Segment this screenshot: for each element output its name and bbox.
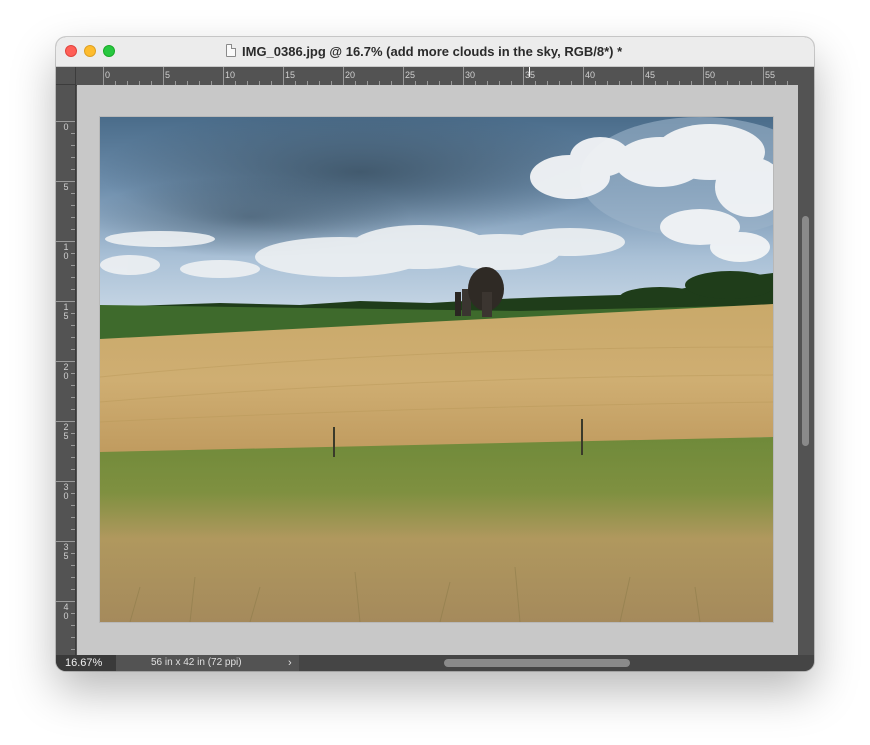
horizontal-scroll-thumb[interactable]: [444, 659, 630, 667]
ruler-label: 35: [525, 70, 536, 80]
ruler-tick: [583, 67, 584, 85]
ruler-label: 40: [585, 70, 596, 80]
vertical-scrollbar[interactable]: [798, 85, 814, 655]
vertical-scroll-thumb[interactable]: [802, 216, 809, 446]
ruler-tick: [463, 67, 464, 85]
ruler-label: 55: [765, 70, 776, 80]
close-button[interactable]: [65, 45, 77, 57]
ruler-tick: [71, 589, 75, 590]
ruler-tick: [523, 67, 524, 85]
window-title: IMG_0386.jpg @ 16.7% (add more clouds in…: [242, 44, 623, 59]
ruler-tick: [71, 505, 75, 506]
ruler-tick: [71, 493, 75, 494]
document-icon[interactable]: [226, 44, 236, 57]
ruler-tick: [71, 349, 75, 350]
ruler-tick: [71, 265, 75, 266]
canvas-area[interactable]: [77, 85, 798, 655]
ruler-tick: [71, 553, 75, 554]
ruler-tick: [223, 67, 224, 85]
title-bar[interactable]: IMG_0386.jpg @ 16.7% (add more clouds in…: [56, 37, 814, 67]
ruler-tick: [403, 67, 404, 85]
ruler-tick: [71, 157, 75, 158]
ruler-tick: [71, 397, 75, 398]
status-bar: 16.67% 56 in x 42 in (72 ppi) ›: [56, 655, 814, 671]
ruler-tick: [71, 289, 75, 290]
document-image[interactable]: [100, 117, 773, 622]
vertical-ruler[interactable]: 0 5 1 0 1 5 2 0 2 5 3 0 3 5 4 0: [56, 85, 76, 655]
ruler-label: 0: [105, 70, 111, 80]
ruler-label: 30: [465, 70, 476, 80]
ruler-tick: [763, 67, 764, 85]
ruler-tick: [703, 67, 704, 85]
ruler-label: 2 5: [63, 422, 69, 441]
ruler-tick: [71, 565, 75, 566]
ruler-tick: [343, 67, 344, 85]
ruler-tick: [71, 145, 75, 146]
ruler-tick: [103, 67, 104, 85]
ruler-tick: [71, 277, 75, 278]
horizontal-ruler[interactable]: 0 5 10 15 20 25 30 35 40 45 50 55: [76, 67, 814, 86]
ruler-label: 0: [63, 122, 69, 132]
ruler-label: 5: [165, 70, 171, 80]
ruler-tick: [71, 469, 75, 470]
landscape-photo: [100, 117, 773, 622]
minimize-button[interactable]: [84, 45, 96, 57]
ruler-tick: [71, 457, 75, 458]
ruler-tick: [71, 385, 75, 386]
ruler-tick: [71, 133, 75, 134]
document-size-info: 56 in x 42 in (72 ppi): [116, 655, 299, 671]
ruler-tick: [71, 193, 75, 194]
ruler-tick: [643, 67, 644, 85]
ruler-tick: [71, 613, 75, 614]
ruler-label: 4 0: [63, 602, 69, 621]
ruler-tick: [163, 67, 164, 85]
ruler-label: 5: [63, 182, 69, 192]
ruler-tick: [71, 625, 75, 626]
ruler-tick: [71, 517, 75, 518]
ruler-tick: [71, 229, 75, 230]
ruler-label: 45: [645, 70, 656, 80]
ruler-tick: [71, 313, 75, 314]
ruler-label: 20: [345, 70, 356, 80]
ruler-label: 50: [705, 70, 716, 80]
ruler-tick: [71, 169, 75, 170]
zoom-level-field[interactable]: 16.67%: [56, 655, 116, 671]
document-window: IMG_0386.jpg @ 16.7% (add more clouds in…: [56, 37, 814, 671]
ruler-tick: [71, 217, 75, 218]
ruler-tick: [283, 67, 284, 85]
ruler-tick: [71, 577, 75, 578]
ruler-tick: [71, 649, 75, 650]
ruler-label: 3 5: [63, 542, 69, 561]
ruler-origin[interactable]: [56, 67, 76, 85]
zoom-button[interactable]: [103, 45, 115, 57]
ruler-tick: [71, 529, 75, 530]
chevron-right-icon[interactable]: ›: [288, 655, 292, 671]
ruler-tick: [71, 253, 75, 254]
ruler-tick: [71, 445, 75, 446]
ruler-label: 10: [225, 70, 236, 80]
ruler-tick: [71, 325, 75, 326]
ruler-label: 1 5: [63, 302, 69, 321]
ruler-label: 1 0: [63, 242, 69, 261]
ruler-label: 15: [285, 70, 296, 80]
ruler-tick: [71, 433, 75, 434]
ruler-tick: [71, 637, 75, 638]
ruler-tick: [71, 205, 75, 206]
ruler-label: 3 0: [63, 482, 69, 501]
ruler-tick: [71, 409, 75, 410]
ruler-label: 25: [405, 70, 416, 80]
ruler-tick: [71, 337, 75, 338]
ruler-tick: [71, 373, 75, 374]
ruler-label: 2 0: [63, 362, 69, 381]
